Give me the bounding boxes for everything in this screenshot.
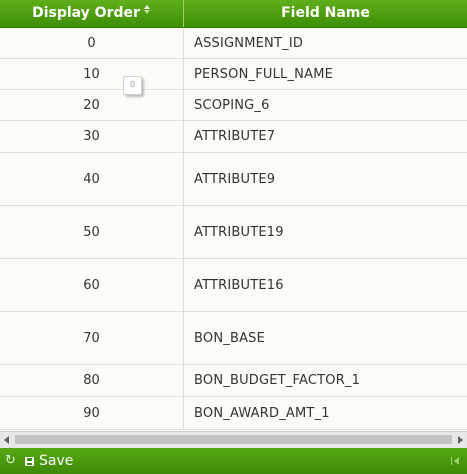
field-name-cell: ASSIGNMENT_ID — [194, 35, 304, 51]
display-order-cell: 80 — [0, 365, 184, 396]
table-row[interactable]: 40 ATTRIBUTE9 — [0, 153, 467, 206]
display-order-cell: 60 — [0, 259, 184, 311]
display-order-cell: 70 — [0, 312, 184, 364]
save-label: Save — [39, 453, 74, 469]
table-row[interactable]: 60 ATTRIBUTE16 — [0, 259, 467, 312]
field-name-cell: ATTRIBUTE7 — [194, 129, 276, 144]
table-row[interactable]: 30 ATTRIBUTE7 — [0, 121, 467, 153]
field-name-cell: BON_AWARD_AMT_1 — [194, 405, 330, 421]
scroll-right-arrow-icon[interactable] — [453, 432, 467, 448]
table-row[interactable]: 20 SCOPING_6 — [0, 90, 467, 121]
column-header-display-order[interactable]: Display Order — [0, 0, 184, 27]
field-name-cell: ATTRIBUTE9 — [194, 171, 276, 187]
end-icon[interactable] — [451, 457, 460, 465]
field-name-cell: BON_BUDGET_FACTOR_1 — [194, 373, 361, 388]
sort-icon[interactable] — [143, 5, 151, 14]
column-header-label: Display Order — [32, 5, 140, 21]
disk-icon — [25, 456, 34, 466]
table-row[interactable]: 90 BON_AWARD_AMT_1 — [0, 397, 467, 430]
display-order-cell: 0 — [0, 28, 184, 58]
field-name-cell: BON_BASE — [194, 330, 266, 346]
field-name-cell: ATTRIBUTE16 — [194, 277, 284, 293]
refresh-icon[interactable]: ↻ — [5, 454, 16, 468]
grid-header: Display Order Field Name — [0, 0, 467, 28]
field-grid: Display Order Field Name 0 ASSIGNMENT_ID… — [0, 0, 467, 448]
column-header-field-name[interactable]: Field Name — [184, 0, 467, 27]
scroll-left-arrow-icon[interactable] — [0, 432, 14, 448]
field-name-cell: SCOPING_6 — [194, 97, 270, 113]
display-order-cell: 90 — [0, 397, 184, 429]
display-order-cell: 20 — [0, 90, 184, 120]
table-row[interactable]: 10 PERSON_FULL_NAME — [0, 59, 467, 90]
cell-tooltip: 0 — [123, 76, 142, 95]
scrollbar-thumb[interactable] — [15, 435, 452, 444]
table-row[interactable]: 70 BON_BASE — [0, 312, 467, 365]
table-row[interactable]: 80 BON_BUDGET_FACTOR_1 — [0, 365, 467, 397]
horizontal-scrollbar[interactable] — [0, 431, 467, 448]
field-name-cell: PERSON_FULL_NAME — [194, 66, 334, 82]
table-row[interactable]: 0 ASSIGNMENT_ID — [0, 28, 467, 59]
grid-footer-toolbar: ↻ Save — [0, 448, 467, 474]
column-header-label: Field Name — [281, 5, 370, 21]
display-order-cell: 30 — [0, 121, 184, 152]
save-button[interactable]: Save — [25, 448, 73, 474]
display-order-cell: 50 — [0, 206, 184, 258]
field-name-cell: ATTRIBUTE19 — [194, 224, 284, 240]
display-order-cell: 40 — [0, 153, 184, 205]
table-row[interactable]: 50 ATTRIBUTE19 — [0, 206, 467, 259]
display-order-cell: 10 — [0, 59, 184, 89]
